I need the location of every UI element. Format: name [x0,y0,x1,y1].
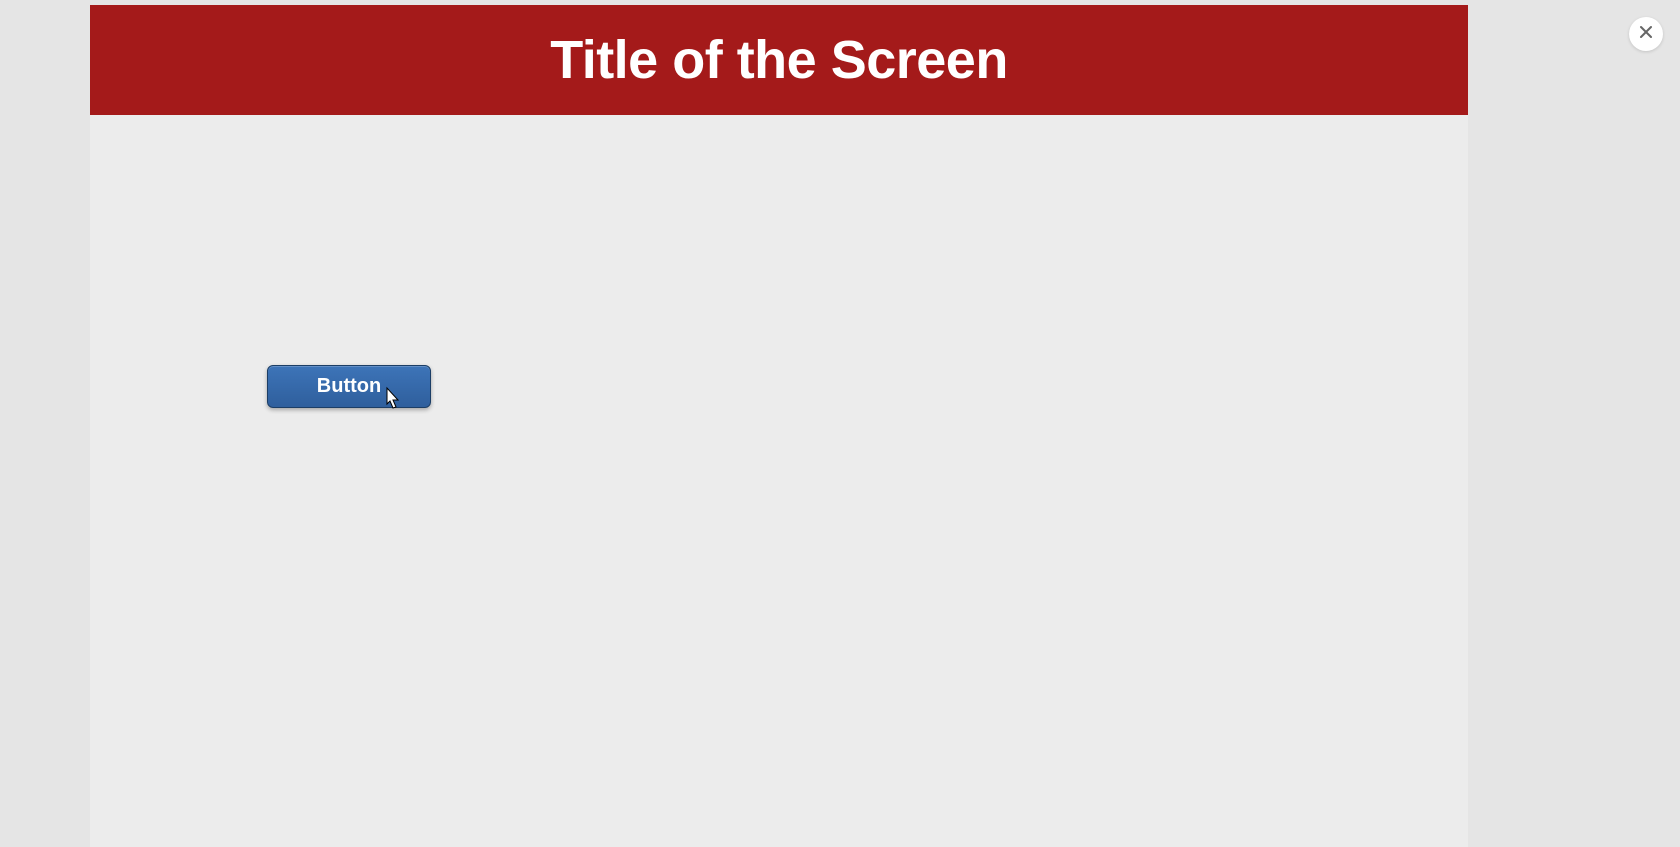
close-icon [1638,24,1654,45]
content-area: Button [90,115,1468,847]
header-bar: Title of the Screen [90,5,1468,115]
button-label: Button [317,375,381,398]
close-button[interactable] [1629,17,1663,51]
primary-button[interactable]: Button [267,365,431,408]
page-title: Title of the Screen [550,29,1008,91]
screen-panel: Title of the Screen Button [90,5,1468,847]
